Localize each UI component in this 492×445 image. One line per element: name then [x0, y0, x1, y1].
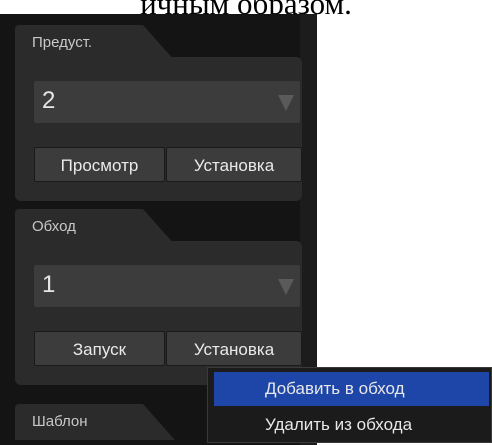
tour-tab: Обход: [15, 209, 175, 245]
preset-view-button[interactable]: Просмотр: [34, 147, 165, 182]
preset-select-value: 2: [42, 87, 56, 114]
tour-select-value: 1: [42, 271, 56, 298]
context-menu-remove-from-tour[interactable]: Удалить из обхода: [214, 408, 489, 442]
tour-start-button[interactable]: Запуск: [34, 331, 165, 366]
context-menu: Добавить в обход Удалить из обхода: [207, 367, 492, 443]
presets-tab: Предуст.: [15, 25, 175, 61]
tour-set-button[interactable]: Установка: [166, 331, 302, 366]
preset-select[interactable]: 2: [34, 81, 300, 123]
tour-tab-label: Обход: [32, 218, 76, 235]
tour-select[interactable]: 1: [34, 265, 300, 307]
context-menu-item-label: Удалить из обхода: [265, 415, 413, 434]
tour-group: Обход 1 Запуск Установка: [15, 209, 302, 385]
presets-box: 2 Просмотр Установка: [15, 57, 302, 201]
template-tab[interactable]: Шаблон: [15, 404, 175, 440]
chevron-down-icon[interactable]: [278, 279, 294, 295]
context-menu-add-to-tour[interactable]: Добавить в обход: [214, 372, 489, 406]
context-menu-item-label: Добавить в обход: [265, 379, 405, 398]
preset-set-button[interactable]: Установка: [166, 147, 302, 182]
presets-tab-label: Предуст.: [32, 34, 93, 51]
template-tab-label: Шаблон: [32, 413, 88, 430]
tour-box: 1 Запуск Установка: [15, 241, 302, 385]
chevron-down-icon[interactable]: [278, 95, 294, 111]
presets-group: Предуст. 2 Просмотр Установка: [15, 25, 302, 201]
